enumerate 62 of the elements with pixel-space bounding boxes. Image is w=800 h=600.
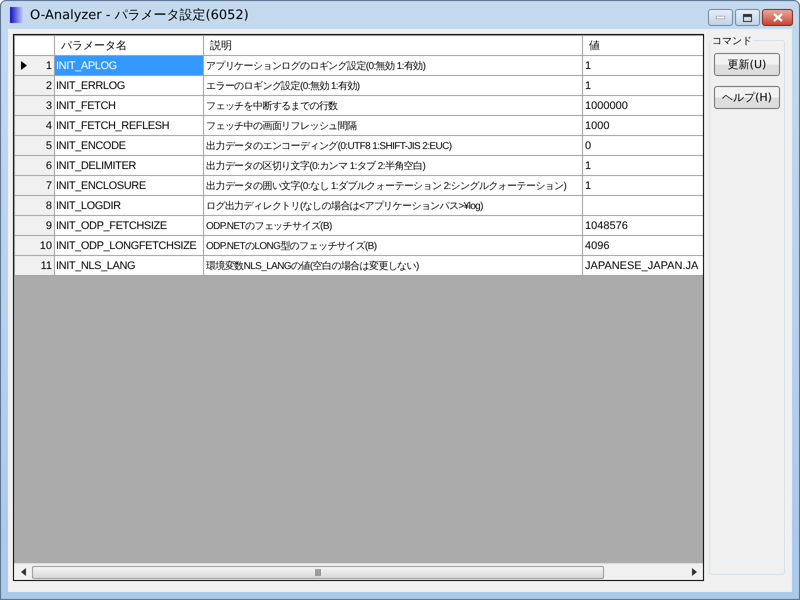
close-icon — [772, 13, 782, 22]
command-button[interactable]: 更新(U) — [714, 53, 780, 76]
window-title: O-Analyzer - パラメータ設定(6052) — [30, 7, 250, 24]
row-number: 4 — [46, 120, 52, 132]
description-cell: ODP.NETのLONG型のフェッチサイズ(B) — [204, 236, 582, 256]
row-number: 3 — [46, 100, 52, 112]
row-number: 5 — [46, 140, 52, 152]
description-cell: 出力データの区切り文字(0:カンマ 1:タブ 2:半角空白) — [204, 156, 582, 176]
parameter-name-cell[interactable]: INIT_FETCH — [54, 96, 204, 116]
value-cell: 1000 — [582, 116, 703, 136]
value-cell: 1 — [582, 76, 703, 96]
description-cell: フェッチを中断するまでの行数 — [204, 96, 582, 116]
row-number: 2 — [46, 80, 52, 92]
parameter-name-cell[interactable]: INIT_NLS_LANG — [54, 256, 204, 276]
parameter-name-cell[interactable]: INIT_DELIMITER — [54, 156, 204, 176]
parameter-name-cell[interactable]: INIT_ENCODE — [54, 136, 204, 156]
value-cell: 1 — [582, 176, 703, 196]
minimize-button[interactable] — [708, 9, 733, 26]
description-cell: アプリケーションログのロギング設定(0:無効 1:有効) — [204, 56, 582, 76]
column-header[interactable]: 説明 — [204, 36, 582, 56]
description-cell: ログ出力ディレクトリ(なしの場合は<アプリケーションパス>¥log) — [204, 196, 582, 216]
maximize-icon — [743, 14, 752, 22]
description-cell: フェッチ中の画面リフレッシュ間隔 — [204, 116, 582, 136]
row-number: 7 — [46, 180, 52, 192]
grip-icon — [314, 568, 322, 576]
parameter-name-cell[interactable]: INIT_FETCH_REFLESH — [54, 116, 204, 136]
description-cell: 環境変数NLS_LANGの値(空白の場合は変更しない) — [204, 256, 582, 276]
description-cell: ODP.NETのフェッチサイズ(B) — [204, 216, 582, 236]
row-number: 11 — [40, 260, 52, 272]
row-number: 8 — [46, 200, 52, 212]
scroll-thumb[interactable] — [32, 566, 604, 578]
horizontal-scrollbar[interactable] — [14, 563, 703, 580]
value-cell: 1 — [582, 156, 703, 176]
value-cell: 0 — [582, 136, 703, 156]
value-cell: JAPANESE_JAPAN.JA — [582, 256, 703, 276]
close-button[interactable] — [762, 9, 793, 26]
value-cell: 1000000 — [582, 96, 703, 116]
maximize-button[interactable] — [735, 9, 760, 26]
row-number: 6 — [46, 160, 52, 172]
description-cell: 出力データのエンコーディング(0:UTF8 1:SHIFT-JIS 2:EUC) — [204, 136, 582, 156]
parameter-name-cell[interactable]: INIT_ENCLOSURE — [54, 176, 204, 196]
parameter-name-cell[interactable]: INIT_LOGDIR — [54, 196, 204, 216]
value-cell: 4096 — [582, 236, 703, 256]
description-cell: エラーのロギング設定(0:無効 1:有効) — [204, 76, 582, 96]
value-cell: 1048576 — [582, 216, 703, 236]
scroll-left-icon[interactable] — [20, 568, 26, 576]
parameter-name-cell[interactable]: INIT_ODP_FETCHSIZE — [54, 216, 204, 236]
group-title: コマンド — [711, 34, 753, 48]
column-header[interactable]: 値 — [582, 36, 703, 56]
minimize-icon — [716, 16, 725, 19]
parameter-name-cell[interactable]: INIT_ERRLOG — [54, 76, 204, 96]
column-header[interactable]: パラメータ名 — [54, 36, 204, 56]
row-pointer-icon — [21, 61, 27, 70]
app-icon — [10, 7, 24, 23]
parameter-name-cell[interactable]: INIT_ODP_LONGFETCHSIZE — [54, 236, 204, 256]
command-button[interactable]: ヘルプ(H) — [714, 86, 780, 109]
scroll-right-icon[interactable] — [692, 568, 696, 576]
description-cell: 出力データの囲い文字(0:なし 1:ダブルクォーテーション 2:シングルクォーテーション) — [204, 176, 582, 196]
row-number: 1 — [46, 60, 52, 72]
row-number: 10 — [40, 240, 52, 252]
row-number: 9 — [46, 220, 52, 232]
value-cell: 1 — [582, 56, 703, 76]
